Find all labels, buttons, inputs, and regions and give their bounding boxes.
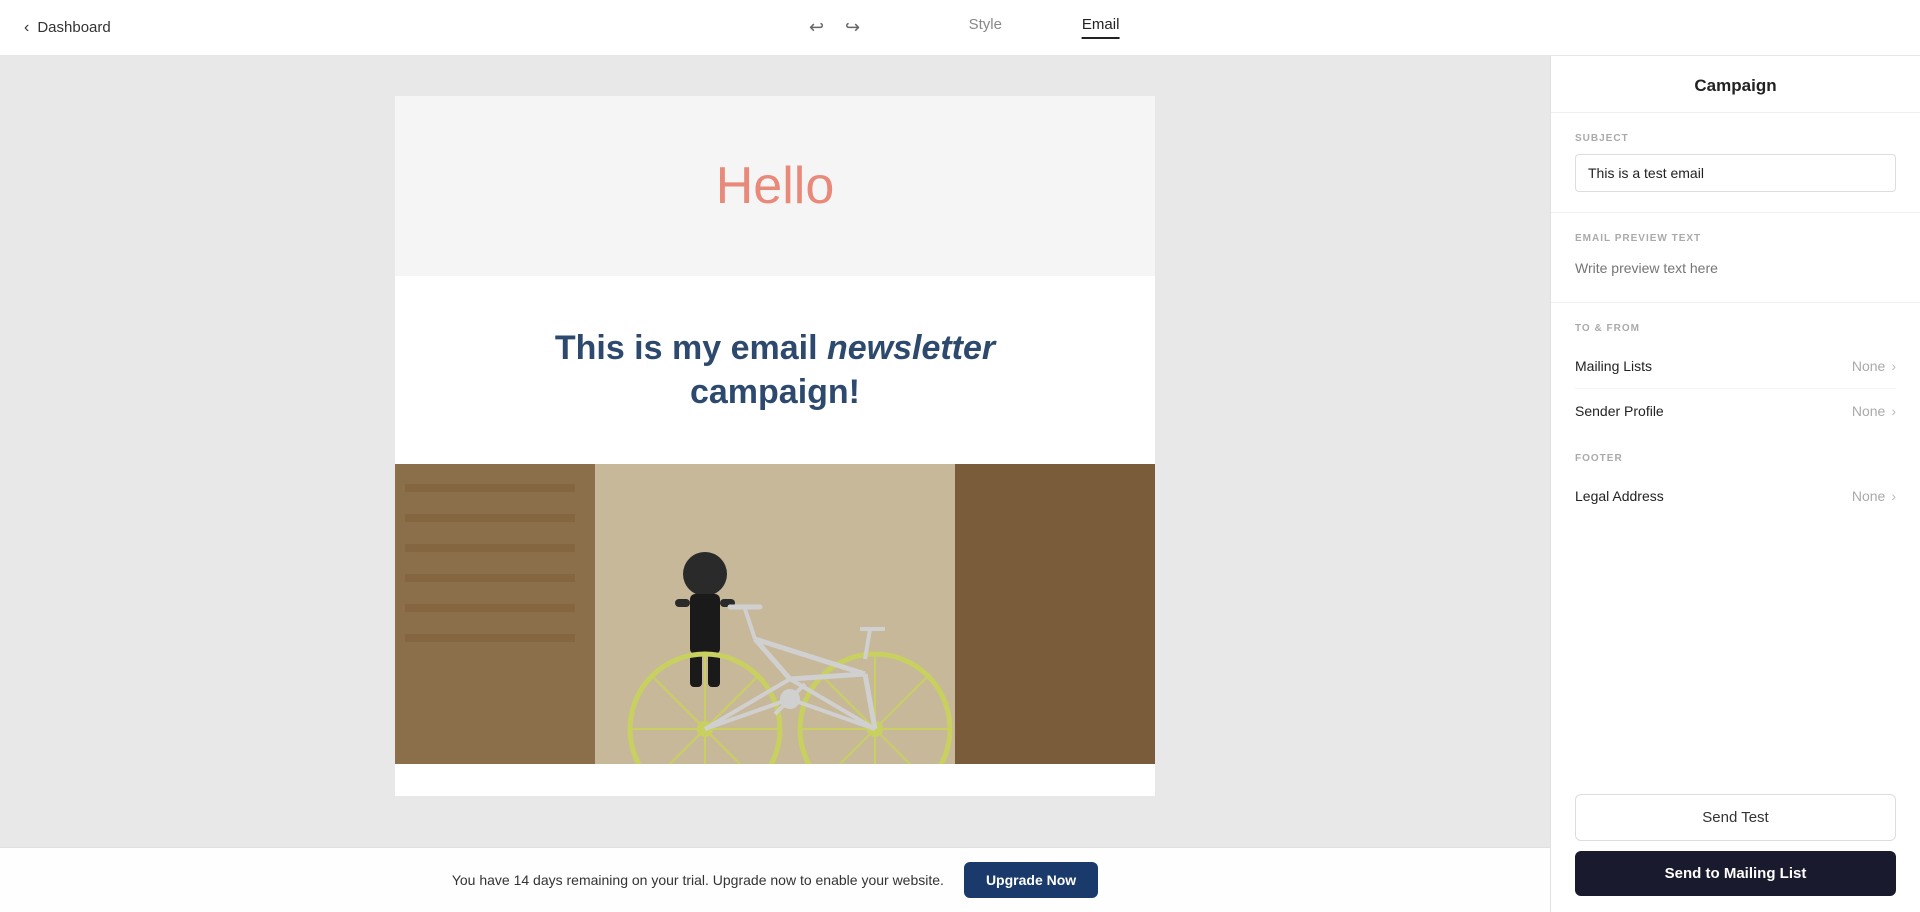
legal-address-none: None [1852,488,1885,504]
preview-section: EMAIL PREVIEW TEXT [1551,213,1920,303]
panel-title: Campaign [1694,76,1776,95]
right-panel: Campaign SUBJECT EMAIL PREVIEW TEXT TO &… [1550,56,1920,912]
sender-profile-label: Sender Profile [1575,403,1664,419]
legal-address-chevron: › [1891,488,1896,504]
sender-profile-chevron: › [1891,403,1896,419]
panel-header: Campaign [1551,56,1920,113]
subject-input[interactable] [1575,154,1896,192]
email-hero: Hello [395,96,1155,276]
body-text: This is my email newsletter campaign! [455,326,1095,414]
undo-redo-group: ↩ ↪ [801,12,869,44]
redo-button[interactable]: ↪ [837,12,869,44]
back-button[interactable]: ‹ Dashboard [24,19,111,37]
back-icon: ‹ [24,19,29,37]
email-image [395,464,1155,764]
sender-profile-value: None › [1852,403,1896,419]
back-label: Dashboard [37,19,110,36]
body-text-end: campaign! [690,373,860,411]
to-from-section: TO & FROM Mailing Lists None › Sender Pr… [1551,303,1920,433]
undo-button[interactable]: ↩ [801,12,833,44]
preview-label: EMAIL PREVIEW TEXT [1575,233,1896,244]
hero-title: Hello [415,156,1135,216]
mailing-lists-label: Mailing Lists [1575,358,1652,374]
mailing-lists-value: None › [1852,358,1896,374]
subject-label: SUBJECT [1575,133,1896,144]
send-test-button[interactable]: Send Test [1575,794,1896,841]
legal-address-row[interactable]: Legal Address None › [1575,474,1896,518]
canvas-area: Hello This is my email newsletter campaig… [0,56,1550,912]
bicycle-illustration [395,464,1155,764]
top-bar: ‹ Dashboard ↩ ↪ Style Email [0,0,1920,56]
subject-section: SUBJECT [1551,113,1920,213]
trial-message: You have 14 days remaining on your trial… [452,872,944,888]
legal-address-value: None › [1852,488,1896,504]
footer-label: FOOTER [1575,453,1896,464]
nav-style[interactable]: Style [969,16,1002,39]
mailing-lists-chevron: › [1891,358,1896,374]
body-text-em: newsletter [827,329,995,367]
email-body: This is my email newsletter campaign! [395,276,1155,464]
upgrade-button[interactable]: Upgrade Now [964,862,1098,898]
footer-section: FOOTER Legal Address None › [1551,433,1920,518]
panel-actions: Send Test Send to Mailing List [1551,778,1920,912]
top-nav: Style Email [969,16,1120,39]
preview-text-input[interactable] [1575,254,1896,282]
email-canvas: Hello This is my email newsletter campaig… [395,96,1155,796]
body-text-plain: This is my email [555,329,827,367]
to-from-label: TO & FROM [1575,323,1896,334]
send-mailing-button[interactable]: Send to Mailing List [1575,851,1896,896]
sender-profile-row[interactable]: Sender Profile None › [1575,389,1896,433]
mailing-lists-none: None [1852,358,1885,374]
main-layout: Hello This is my email newsletter campaig… [0,56,1920,912]
mailing-lists-row[interactable]: Mailing Lists None › [1575,344,1896,389]
nav-email[interactable]: Email [1082,16,1120,39]
legal-address-label: Legal Address [1575,488,1664,504]
trial-banner: You have 14 days remaining on your trial… [0,847,1550,912]
sender-profile-none: None [1852,403,1885,419]
